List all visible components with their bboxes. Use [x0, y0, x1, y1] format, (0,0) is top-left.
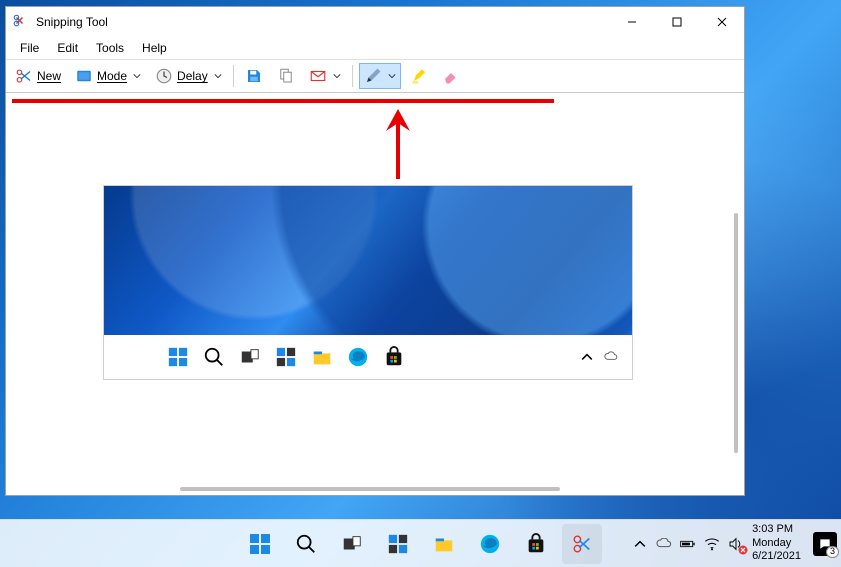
tray-overflow-icon[interactable]: [632, 536, 648, 552]
snipping-tool-taskbar-button[interactable]: [562, 524, 602, 564]
copy-icon: [277, 67, 295, 85]
menu-edit[interactable]: Edit: [49, 39, 86, 57]
scissors-icon: [15, 67, 33, 85]
menu-tools[interactable]: Tools: [88, 39, 132, 57]
highlighter-icon: [410, 67, 428, 85]
save-icon: [245, 67, 263, 85]
clock-day: Monday: [752, 537, 801, 551]
send-button[interactable]: [304, 63, 346, 89]
chevron-down-icon: [388, 72, 396, 80]
new-label: New: [37, 69, 61, 83]
battery-icon[interactable]: [680, 536, 696, 552]
chevron-down-icon: [214, 72, 222, 80]
horizontal-scrollbar[interactable]: [180, 487, 560, 491]
annotation-arrow: [378, 109, 418, 179]
clock-icon: [155, 67, 173, 85]
snipping-tool-window: Snipping Tool File Edit Tools Help New M…: [5, 6, 745, 496]
search-icon: [202, 345, 226, 369]
toolbar: New Mode Delay: [6, 59, 744, 93]
search-button[interactable]: [286, 524, 326, 564]
notification-badge: 3: [826, 546, 839, 558]
store-button[interactable]: [516, 524, 556, 564]
chevron-down-icon: [133, 72, 141, 80]
snip-taskbar: [104, 335, 632, 379]
eraser-icon: [442, 67, 460, 85]
snipping-tool-icon: [12, 13, 30, 31]
vertical-scrollbar[interactable]: [734, 213, 738, 453]
save-button[interactable]: [240, 63, 268, 89]
chevron-down-icon: [333, 72, 341, 80]
mode-button[interactable]: Mode: [70, 63, 146, 89]
taskbar: 3:03 PM Monday 6/21/2021 3: [0, 519, 841, 567]
highlighter-button[interactable]: [405, 63, 433, 89]
onedrive-icon: [604, 350, 618, 364]
widgets-button[interactable]: [378, 524, 418, 564]
start-button[interactable]: [240, 524, 280, 564]
copy-button[interactable]: [272, 63, 300, 89]
menubar: File Edit Tools Help: [6, 37, 744, 59]
menu-help[interactable]: Help: [134, 39, 175, 57]
widgets-icon: [274, 345, 298, 369]
annotation-red-line: [12, 99, 554, 103]
edge-icon: [346, 345, 370, 369]
eraser-button[interactable]: [437, 63, 465, 89]
canvas-area[interactable]: [6, 93, 744, 495]
notifications-button[interactable]: 3: [813, 532, 837, 556]
envelope-icon: [309, 67, 327, 85]
menu-file[interactable]: File: [12, 39, 47, 57]
taskview-button[interactable]: [332, 524, 372, 564]
clock-time: 3:03 PM: [752, 523, 801, 537]
store-icon: [382, 345, 406, 369]
pen-button[interactable]: [359, 63, 401, 89]
captured-snip: [103, 185, 633, 380]
mode-label: Mode: [97, 69, 127, 83]
clock[interactable]: 3:03 PM Monday 6/21/2021: [752, 523, 801, 564]
wifi-icon[interactable]: [704, 536, 720, 552]
toolbar-separator: [352, 65, 353, 87]
clock-date: 6/21/2021: [752, 550, 801, 564]
explorer-button[interactable]: [424, 524, 464, 564]
window-title: Snipping Tool: [36, 15, 108, 29]
pen-icon: [364, 67, 382, 85]
new-button[interactable]: New: [10, 63, 66, 89]
edge-button[interactable]: [470, 524, 510, 564]
system-tray: 3:03 PM Monday 6/21/2021 3: [632, 520, 837, 567]
maximize-button[interactable]: [654, 7, 699, 37]
close-button[interactable]: [699, 7, 744, 37]
taskview-icon: [238, 345, 262, 369]
taskbar-center: [240, 524, 602, 564]
volume-icon[interactable]: [728, 536, 744, 552]
delay-label: Delay: [177, 69, 208, 83]
mode-icon: [75, 67, 93, 85]
titlebar[interactable]: Snipping Tool: [6, 7, 744, 37]
snip-wallpaper: [104, 186, 632, 335]
start-icon: [166, 345, 190, 369]
chevron-up-icon: [580, 350, 594, 364]
minimize-button[interactable]: [609, 7, 654, 37]
onedrive-icon[interactable]: [656, 536, 672, 552]
delay-button[interactable]: Delay: [150, 63, 227, 89]
explorer-icon: [310, 345, 334, 369]
toolbar-separator: [233, 65, 234, 87]
